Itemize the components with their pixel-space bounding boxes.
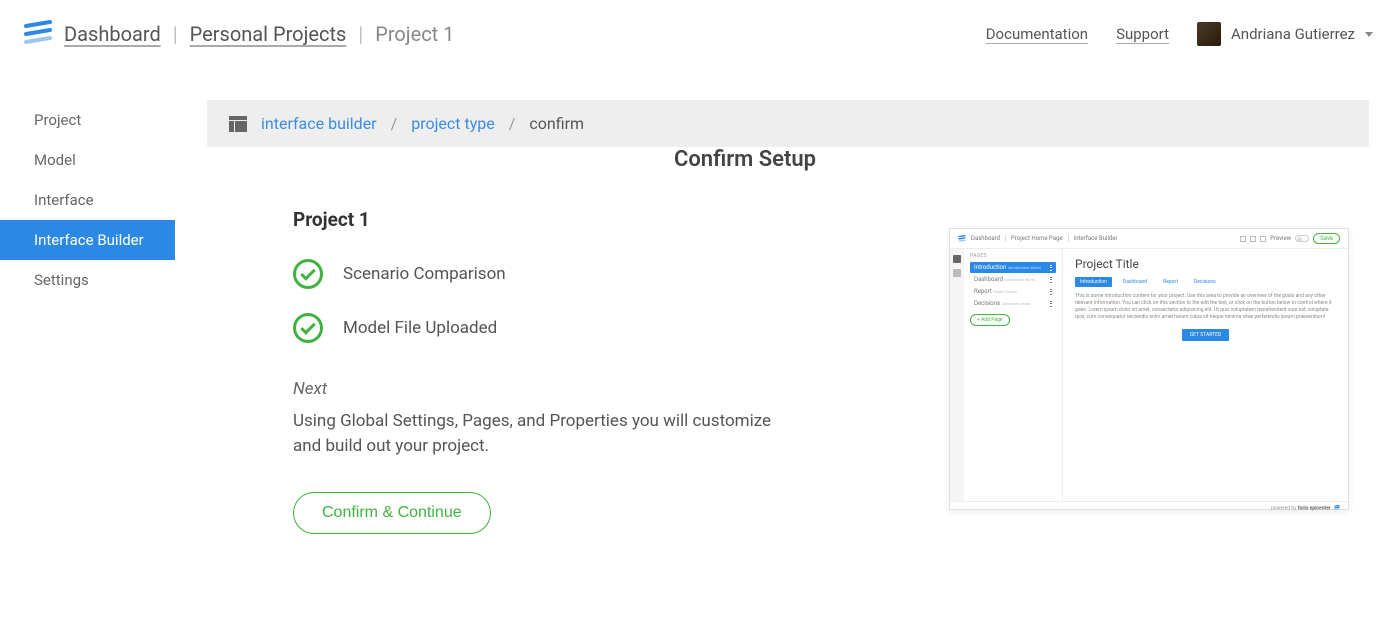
left-column: Project 1 Scenario Comparison Model File… xyxy=(207,208,909,534)
preview-tab: Decisions xyxy=(1189,277,1221,287)
device-icon xyxy=(1240,236,1246,242)
subcrumb-current: confirm xyxy=(529,114,584,133)
logo-icon xyxy=(24,20,52,48)
preview-page-row: Decisions Decisions World xyxy=(970,298,1056,309)
check-icon xyxy=(293,259,323,289)
project-name: Project 1 xyxy=(293,208,889,231)
top-header: Dashboard | Personal Projects | Project … xyxy=(0,0,1397,60)
next-label: Next xyxy=(293,379,889,399)
support-link[interactable]: Support xyxy=(1116,25,1169,43)
subcrumb-sep: / xyxy=(509,114,516,133)
device-icon xyxy=(1260,236,1266,242)
preview-save-button: Save xyxy=(1313,233,1340,244)
sidebar-item-interface[interactable]: Interface xyxy=(0,180,175,220)
menu-icon xyxy=(1050,277,1052,283)
device-icon xyxy=(1250,236,1256,242)
sidebar-item-settings[interactable]: Settings xyxy=(0,260,175,300)
preview-tab: Report xyxy=(1158,277,1183,287)
preview-page-row: Introduction Introduction World xyxy=(970,262,1056,273)
preview-image: Dashboard Project Home Page Interface Bu… xyxy=(949,228,1349,510)
breadcrumb-group[interactable]: Personal Projects xyxy=(190,22,347,46)
preview-page-row: Dashboard Dashboard World xyxy=(970,274,1056,285)
subcrumb-interface-builder[interactable]: interface builder xyxy=(261,114,377,133)
chevron-down-icon xyxy=(1365,32,1373,37)
breadcrumb-current: Project 1 xyxy=(375,22,454,46)
menu-icon xyxy=(1050,289,1052,295)
check-label: Scenario Comparison xyxy=(343,264,506,284)
breadcrumb-sep: | xyxy=(173,22,178,46)
breadcrumb-dashboard[interactable]: Dashboard xyxy=(64,22,161,46)
preview-crumb: Dashboard xyxy=(971,235,1006,242)
menu-icon xyxy=(1050,265,1052,271)
sidebar-item-project[interactable]: Project xyxy=(0,100,175,140)
tool-icon xyxy=(953,255,961,263)
content: Project 1 Scenario Comparison Model File… xyxy=(207,208,1369,534)
preview-tab: Introduction xyxy=(1075,277,1112,287)
check-model-file-uploaded: Model File Uploaded xyxy=(293,313,889,343)
preview-pages-header: PAGES xyxy=(970,253,1056,259)
breadcrumb: Dashboard | Personal Projects | Project … xyxy=(64,22,454,46)
preview-label: Preview xyxy=(1270,235,1291,242)
preview-paragraph: This is some introduction content for yo… xyxy=(1075,293,1336,321)
preview-get-started: GET STARTED xyxy=(1182,329,1229,341)
sub-breadcrumb: interface builder / project type / confi… xyxy=(207,100,1369,147)
subcrumb-sep: / xyxy=(391,114,398,133)
toggle-icon xyxy=(1295,235,1309,242)
right-column: Dashboard Project Home Page Interface Bu… xyxy=(949,208,1369,534)
tool-icon xyxy=(953,269,961,277)
confirm-continue-button[interactable]: Confirm & Continue xyxy=(293,492,491,534)
check-label: Model File Uploaded xyxy=(343,318,497,338)
dashboard-icon xyxy=(229,116,247,132)
sidebar: Project Model Interface Interface Builde… xyxy=(0,60,175,625)
sidebar-item-interface-builder[interactable]: Interface Builder xyxy=(0,220,175,260)
user-name: Andriana Gutierrez xyxy=(1231,25,1355,43)
preview-tab: Dashboard xyxy=(1118,277,1152,287)
logo-icon xyxy=(958,235,966,243)
next-text: Using Global Settings, Pages, and Proper… xyxy=(293,409,773,458)
preview-project-title: Project Title xyxy=(1075,257,1336,271)
documentation-link[interactable]: Documentation xyxy=(986,25,1088,43)
top-left: Dashboard | Personal Projects | Project … xyxy=(24,20,454,48)
page-title: Confirm Setup xyxy=(121,147,1369,172)
preview-crumb: Project Home Page xyxy=(1011,235,1069,242)
main: interface builder / project type / confi… xyxy=(175,60,1397,625)
breadcrumb-sep: | xyxy=(358,22,363,46)
menu-icon xyxy=(1050,301,1052,307)
avatar xyxy=(1197,22,1221,46)
preview-page-row: Report Report World xyxy=(970,286,1056,297)
logo-icon xyxy=(1334,505,1340,511)
check-icon xyxy=(293,313,323,343)
top-right: Documentation Support Andriana Gutierrez xyxy=(986,22,1373,46)
preview-crumb: Interface Builder xyxy=(1074,235,1123,242)
layout: Project Model Interface Interface Builde… xyxy=(0,60,1397,625)
preview-footer: powered by forio epicenter xyxy=(950,501,1348,514)
user-menu[interactable]: Andriana Gutierrez xyxy=(1197,22,1373,46)
subcrumb-project-type[interactable]: project type xyxy=(411,114,495,133)
preview-add-page: + Add Page xyxy=(970,314,1010,326)
check-scenario-comparison: Scenario Comparison xyxy=(293,259,889,289)
